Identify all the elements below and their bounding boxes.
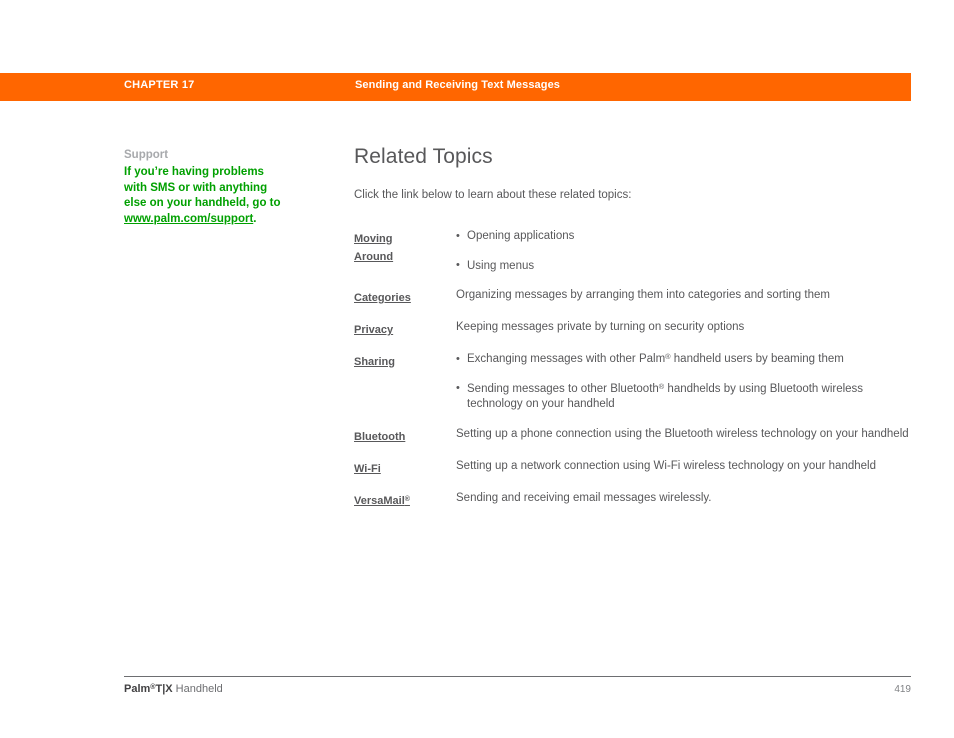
topic-link-bluetooth[interactable]: Bluetooth [354,431,405,443]
footer-row: Palm®T|X Handheld 419 [124,683,911,699]
topic-link-cell: Moving Around [354,229,456,288]
chapter-header-bar: CHAPTER 17 Sending and Receiving Text Me… [0,73,911,101]
topic-link-cell: VersaMail® [354,491,456,523]
topic-link-sharing[interactable]: Sharing [354,356,395,368]
table-row: Wi-Fi Setting up a network connection us… [354,459,912,491]
topic-link-line-2: Around [354,251,394,263]
table-row: Moving Around Opening applications Using… [354,229,912,288]
list-item: Opening applications [456,229,912,245]
sidebar-body-line-2: with SMS or with anything [124,181,268,194]
chapter-label: CHAPTER 17 [124,79,195,91]
list-item: Using menus [456,258,912,275]
support-sidebar: Support If you’re having problems with S… [124,148,314,227]
sidebar-heading: Support [124,149,169,161]
model-name: T|X [155,683,173,695]
topic-link-text: VersaMail [354,494,405,507]
product-type: Handheld [172,683,223,695]
topic-description-cell: Setting up a network connection using Wi… [456,459,912,491]
topic-link-privacy[interactable]: Privacy [354,324,393,336]
sidebar-body-line-1: If you’re having problems [124,166,264,178]
registered-mark: ® [404,495,410,503]
table-row: Privacy Keeping messages private by turn… [354,320,912,352]
topic-link-moving-around[interactable]: Moving Around [354,233,393,263]
topic-link-cell: Sharing [354,352,456,427]
topic-link-versamail[interactable]: VersaMail® [354,495,410,507]
main-content: Related Topics Click the link below to l… [354,144,912,523]
bullet-text-post: handheld users by beaming them [670,353,844,365]
topic-link-categories[interactable]: Categories [354,292,411,304]
topic-description-cell: Organizing messages by arranging them in… [456,288,912,320]
topic-description-cell: Setting up a phone connection using the … [456,427,912,459]
topic-link-cell: Wi-Fi [354,459,456,491]
brand-name: Palm [124,683,151,695]
topic-description-cell: Exchanging messages with other Palm® han… [456,352,912,427]
topic-bullet-list: Exchanging messages with other Palm® han… [456,352,912,413]
table-row: Sharing Exchanging messages with other P… [354,352,912,427]
footer-product-line: Palm®T|X Handheld [124,683,223,695]
topic-link-line-1: Moving [354,233,393,245]
table-row: VersaMail® Sending and receiving email m… [354,491,912,523]
topic-bullet-list: Opening applications Using menus [456,229,912,274]
page-title: Related Topics [354,145,493,168]
topic-description: Setting up a phone connection using the … [456,427,909,440]
page-number: 419 [894,684,911,695]
footer-divider [124,676,911,677]
topic-description-cell: Keeping messages private by turning on s… [456,320,912,352]
topic-link-cell: Bluetooth [354,427,456,459]
page-footer: Palm®T|X Handheld 419 [124,676,911,699]
sidebar-body: If you’re having problems with SMS or wi… [124,165,314,227]
chapter-title: Sending and Receiving Text Messages [355,79,561,91]
sidebar-body-line-3: else on your handheld, go to [124,197,281,209]
list-item: Exchanging messages with other Palm® han… [456,352,912,368]
topic-description-cell: Sending and receiving email messages wir… [456,491,912,523]
bullet-text-pre: Exchanging messages with other Palm [467,353,666,365]
topic-link-wifi[interactable]: Wi-Fi [354,463,381,475]
topic-description: Setting up a network connection using Wi… [456,459,876,472]
support-url-link[interactable]: www.palm.com/support [124,213,253,225]
list-item: Sending messages to other Bluetooth® han… [456,381,912,413]
table-row: Categories Organizing messages by arrang… [354,288,912,320]
table-row: Bluetooth Setting up a phone connection … [354,427,912,459]
topic-description: Organizing messages by arranging them in… [456,289,830,301]
intro-text: Click the link below to learn about thes… [354,189,632,201]
topic-description-cell: Opening applications Using menus [456,229,912,288]
topic-link-cell: Categories [354,288,456,320]
topic-description: Sending and receiving email messages wir… [456,491,712,504]
topic-description: Keeping messages private by turning on s… [456,321,745,333]
sidebar-link-period: . [253,212,257,225]
related-topics-table: Moving Around Opening applications Using… [354,229,912,523]
bullet-text-pre: Sending messages to other Bluetooth [467,382,659,395]
topic-link-cell: Privacy [354,320,456,352]
